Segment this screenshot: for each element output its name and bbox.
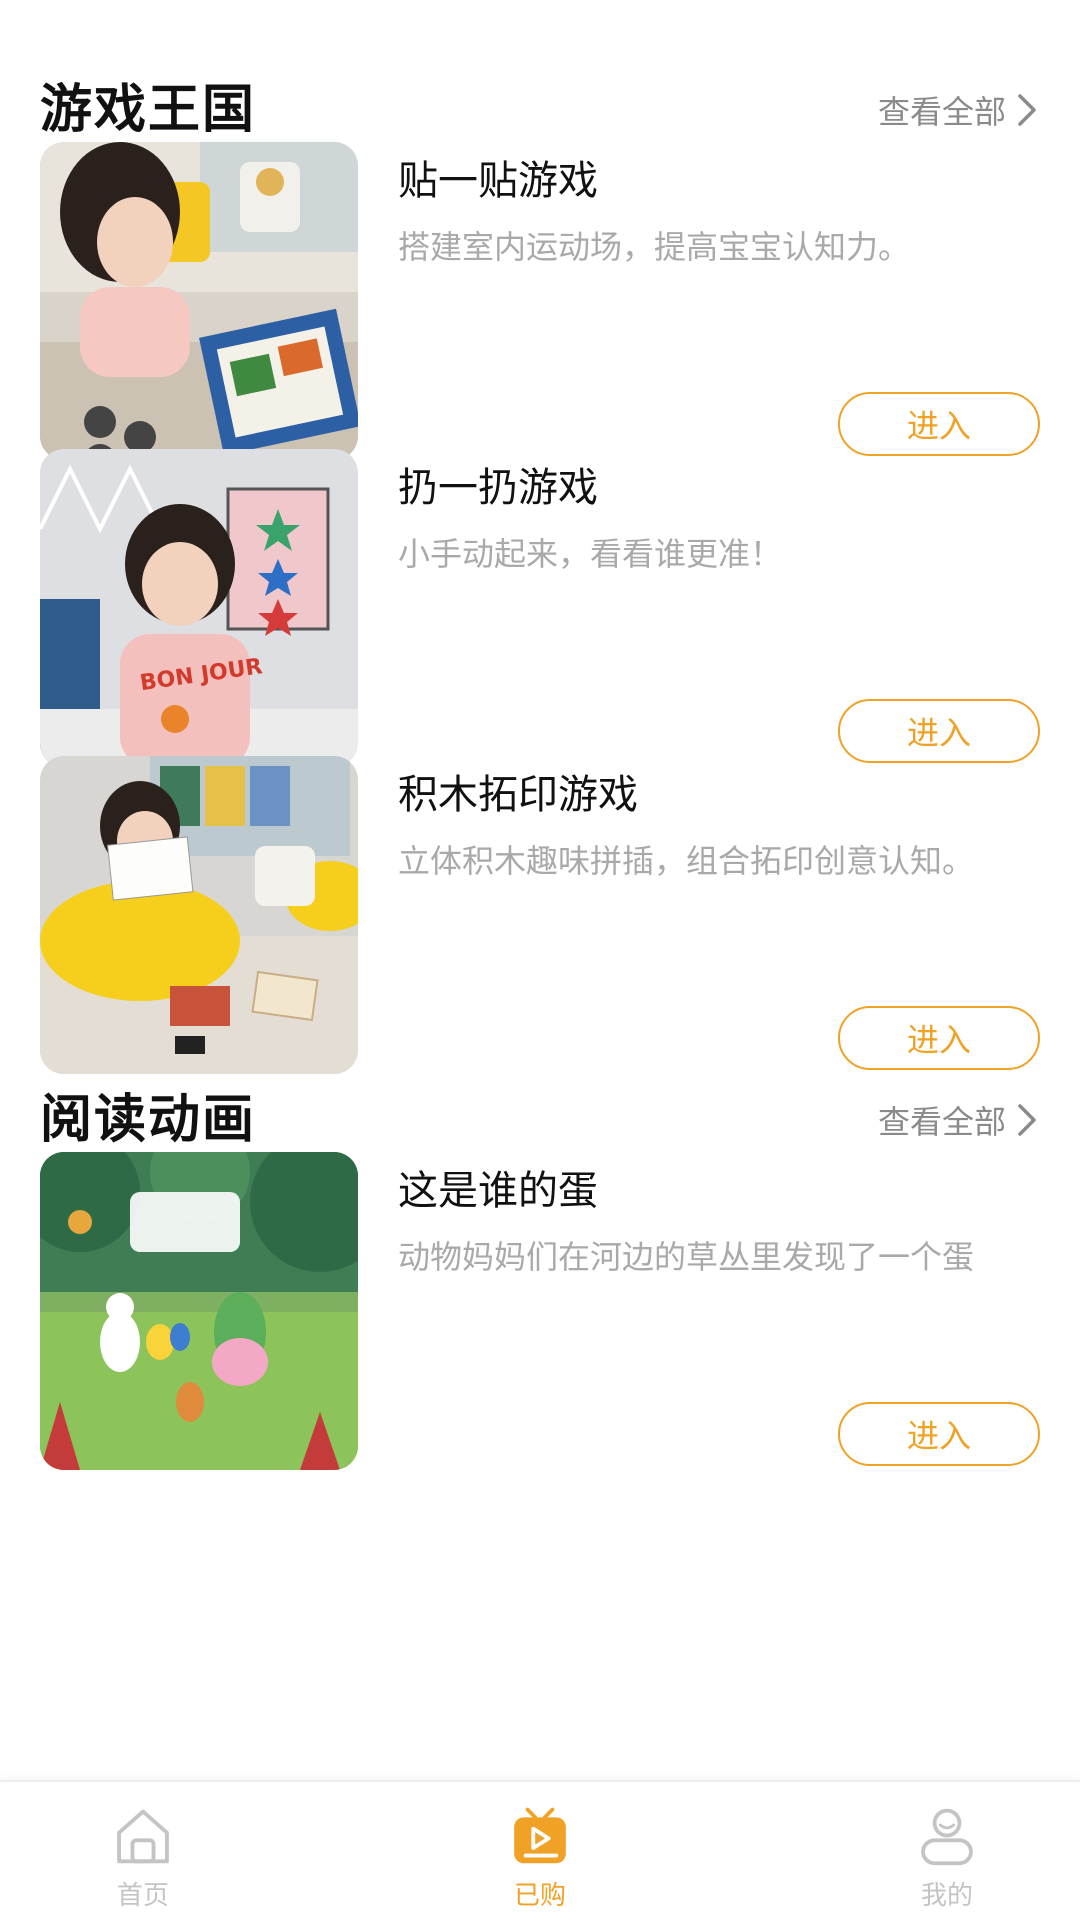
view-all-link[interactable]: 查看全部	[878, 70, 1040, 150]
card-description: 动物妈妈们在河边的草丛里发现了一个蛋	[398, 1238, 975, 1276]
view-all-link[interactable]: 查看全部	[878, 1080, 1040, 1160]
card-title: 积木拓印游戏	[398, 772, 638, 818]
section-title: 游戏王国	[40, 80, 257, 140]
enter-button[interactable]: 进入	[838, 1006, 1040, 1070]
bottom-tab-bar: 首页 已购 我的	[0, 1780, 1080, 1922]
section-header-reading: 阅读动画 查看全部	[40, 1080, 1040, 1160]
tab-mine[interactable]: 我的	[847, 1802, 1047, 1912]
purchased-play-icon	[514, 1807, 566, 1864]
card-description: 小手动起来，看看谁更准！	[398, 535, 783, 573]
view-all-label: 查看全部	[877, 1103, 1006, 1141]
card-thumbnail[interactable]: BON JOUR	[40, 449, 358, 767]
chevron-right-icon	[1018, 94, 1036, 126]
list-item: 这是谁的蛋 动物妈妈们在河边的草丛里发现了一个蛋 进入	[40, 1152, 1040, 1470]
tab-label: 已购	[513, 1881, 566, 1911]
list-item: BON JOUR 扔一扔游戏 小手动起来，看看谁更准！ 进入	[40, 449, 1040, 767]
section-title: 阅读动画	[40, 1090, 257, 1150]
enter-button[interactable]: 进入	[838, 392, 1040, 456]
card-description: 搭建室内运动场，提高宝宝认知力。	[398, 228, 911, 266]
enter-button[interactable]: 进入	[838, 1402, 1040, 1466]
card-title: 扔一扔游戏	[398, 465, 598, 511]
tab-home[interactable]: 首页	[43, 1802, 243, 1912]
home-icon	[117, 1809, 169, 1864]
tab-label: 首页	[116, 1881, 169, 1911]
card-thumbnail[interactable]	[40, 142, 358, 460]
profile-icon	[921, 1808, 973, 1866]
card-thumbnail[interactable]	[40, 1152, 358, 1470]
list-item: 贴一贴游戏 搭建室内运动场，提高宝宝认知力。 进入	[40, 142, 1040, 460]
card-thumbnail[interactable]	[40, 756, 358, 1074]
view-all-label: 查看全部	[877, 93, 1006, 131]
list-item: 积木拓印游戏 立体积木趣味拼插，组合拓印创意认知。 进入	[40, 756, 1040, 1074]
enter-button[interactable]: 进入	[838, 699, 1040, 763]
card-description: 立体积木趣味拼插，组合拓印创意认知。	[398, 842, 975, 880]
chevron-right-icon	[1018, 1104, 1036, 1136]
tab-label: 我的	[920, 1881, 973, 1911]
card-title: 贴一贴游戏	[398, 158, 598, 204]
tab-purchased[interactable]: 已购	[440, 1802, 640, 1912]
section-header-games: 游戏王国 查看全部	[40, 70, 1040, 150]
card-title: 这是谁的蛋	[398, 1168, 598, 1214]
